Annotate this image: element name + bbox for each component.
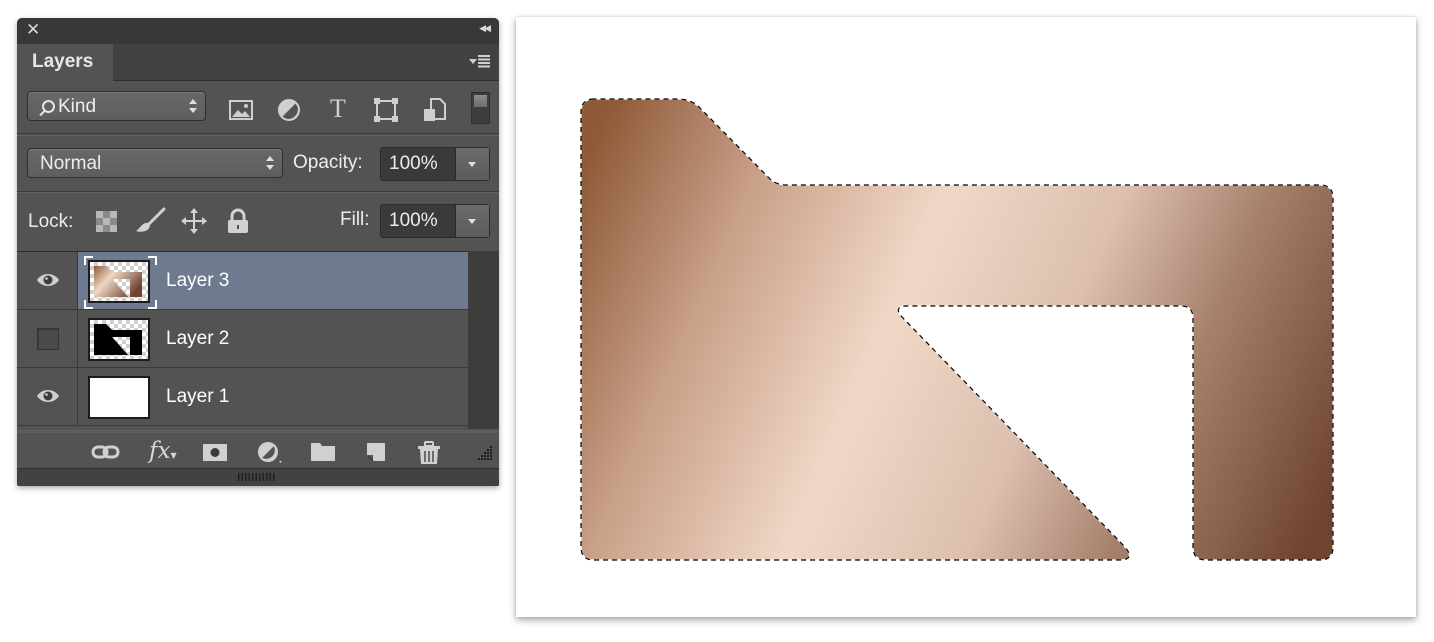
new-layer-icon[interactable] (365, 441, 387, 463)
panel-tab-row: Layers (17, 44, 499, 81)
layers-bottom-toolbar: fx▼ (17, 430, 499, 468)
layers-panel: ✕ ◀◀ Layers Kind T Normal Opacity: 100% … (17, 18, 499, 486)
fill-label: Fill: (340, 209, 370, 230)
new-group-icon[interactable] (310, 441, 336, 463)
eye-icon (37, 274, 59, 286)
layer-name[interactable]: Layer 1 (166, 368, 229, 425)
filter-toggle-switch[interactable] (471, 92, 490, 124)
opacity-dropdown-button[interactable] (455, 148, 489, 180)
panel-footer (17, 468, 499, 486)
panel-menu-icon[interactable] (469, 53, 491, 71)
layer-row-1[interactable]: Layer 1 (17, 368, 468, 426)
opacity-label: Opacity: (293, 152, 363, 173)
layers-scrollbar[interactable] (468, 251, 499, 429)
layer-name[interactable]: Layer 3 (166, 252, 229, 309)
blend-mode-select[interactable]: Normal (27, 148, 283, 178)
document-canvas[interactable] (516, 17, 1416, 617)
visibility-toggle[interactable] (17, 368, 78, 425)
add-mask-icon[interactable] (202, 441, 228, 463)
filter-row: Kind T (17, 81, 499, 134)
opacity-field[interactable]: 100% (380, 147, 490, 181)
delete-layer-icon[interactable] (417, 441, 441, 464)
blend-row: Normal Opacity: 100% (17, 135, 499, 192)
lock-position-icon[interactable] (180, 207, 207, 235)
layers-list: Layer 3 Layer 2 Layer 1 (17, 251, 468, 430)
fx-label: fx (149, 438, 171, 464)
lock-image-pixels-icon[interactable] (134, 207, 166, 235)
filter-kind-label: Kind (58, 96, 97, 117)
shape-layer-filter-icon[interactable] (373, 97, 399, 123)
visibility-toggle[interactable] (17, 310, 78, 367)
pixel-layer-filter-icon[interactable] (228, 97, 254, 123)
lock-label: Lock: (28, 211, 74, 232)
lock-transparent-pixels-icon[interactable] (94, 207, 120, 235)
layer-row-2[interactable]: Layer 2 (17, 310, 468, 368)
fill-dropdown-button[interactable] (455, 205, 489, 237)
updown-arrows-icon (266, 156, 274, 172)
fill-value[interactable]: 100% (389, 205, 438, 237)
layer-thumbnail[interactable] (88, 376, 150, 419)
panel-resize-handle[interactable] (238, 473, 276, 481)
fx-icon[interactable]: fx▼ (149, 438, 177, 464)
resize-grip-icon[interactable] (475, 445, 493, 463)
layer-name[interactable]: Layer 2 (166, 310, 229, 367)
link-layers-icon[interactable] (91, 441, 121, 463)
hidden-visibility-box (37, 328, 59, 350)
adjustment-layer-filter-icon[interactable] (276, 97, 302, 123)
opacity-value[interactable]: 100% (389, 148, 438, 180)
collapse-double-arrow-icon[interactable]: ◀◀ (479, 23, 491, 34)
smart-object-filter-icon[interactable] (421, 97, 447, 123)
filter-kind-select[interactable]: Kind (27, 91, 206, 121)
updown-arrows-icon (189, 99, 197, 115)
blend-mode-value: Normal (40, 153, 102, 174)
visibility-toggle[interactable] (17, 252, 78, 309)
canvas-artwork (580, 98, 1334, 561)
layer-thumbnail[interactable] (88, 260, 150, 303)
close-icon[interactable]: ✕ (26, 21, 40, 39)
tab-layers[interactable]: Layers (17, 44, 113, 81)
lock-row: Lock: Fill: 100% (17, 192, 499, 251)
layer-row-3[interactable]: Layer 3 (17, 252, 468, 310)
panel-titlebar[interactable]: ✕ ◀◀ (17, 18, 499, 44)
type-layer-filter-icon[interactable]: T (325, 96, 351, 123)
folder-shape (581, 99, 1333, 560)
adjustment-layer-icon[interactable] (257, 441, 287, 463)
eye-icon (37, 390, 59, 402)
layer-thumbnail[interactable] (88, 318, 150, 361)
search-icon (42, 100, 55, 113)
lock-all-icon[interactable] (226, 207, 252, 235)
fill-field[interactable]: 100% (380, 204, 490, 238)
